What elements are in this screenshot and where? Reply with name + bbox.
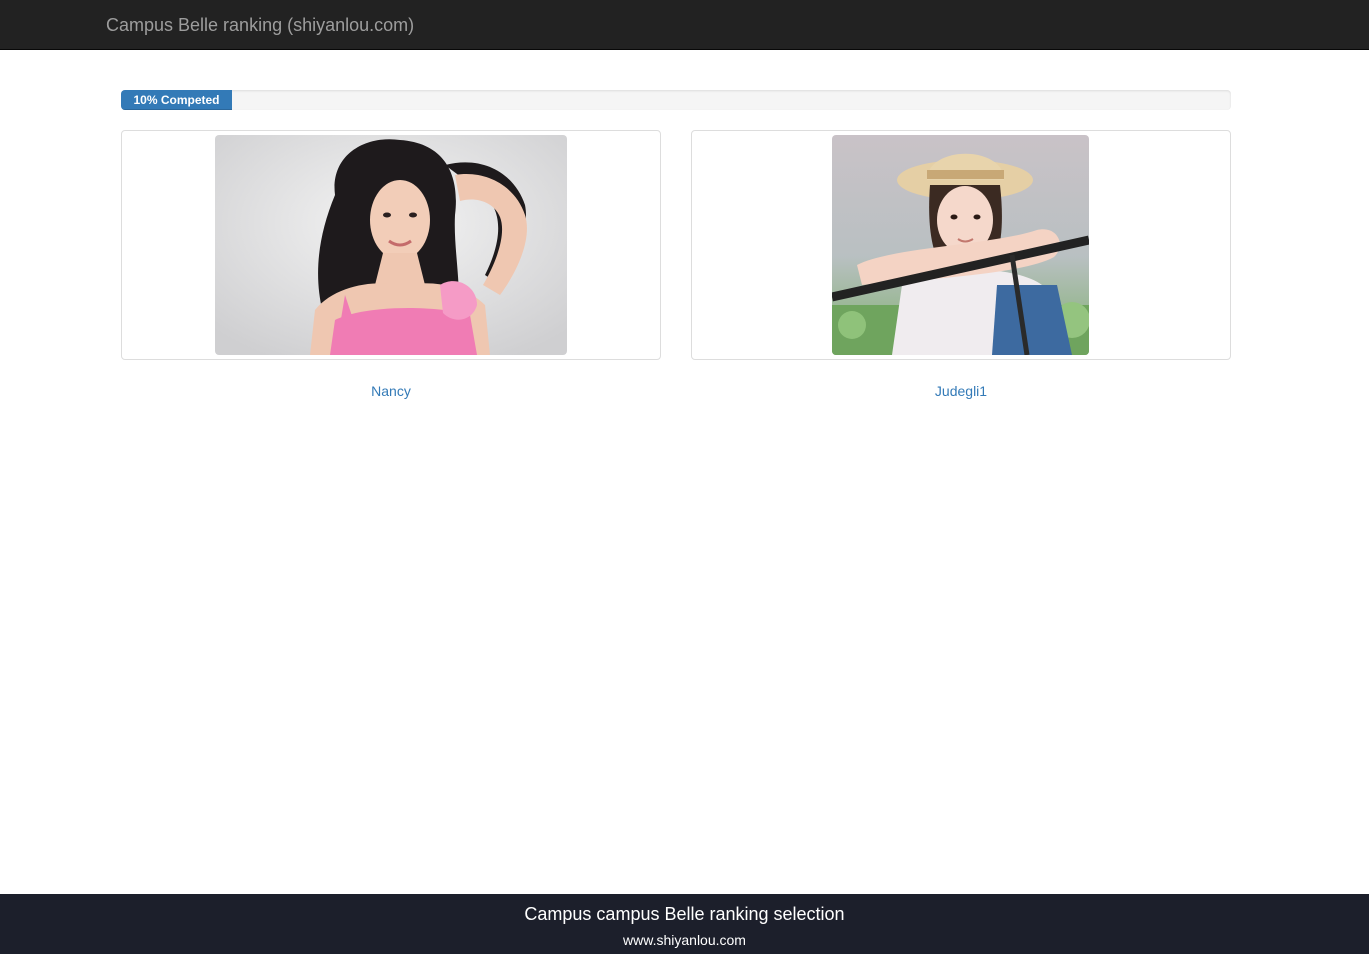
footer-title: Campus campus Belle ranking selection xyxy=(524,904,845,924)
candidate-photo-nancy[interactable] xyxy=(215,135,567,355)
candidate-photo-judegli1[interactable] xyxy=(832,135,1089,355)
progress-label: 10% Competed xyxy=(133,93,220,107)
candidate-name-link[interactable]: Judegli1 xyxy=(691,382,1231,400)
progress-bar-fill: 10% Competed xyxy=(121,90,232,110)
footer: Campus campus Belle ranking selection ww… xyxy=(0,894,1369,954)
candidate-card-nancy[interactable] xyxy=(121,130,661,360)
navbar-brand[interactable]: Campus Belle ranking (shiyanlou.com) xyxy=(106,14,414,36)
candidate-card-judegli1[interactable] xyxy=(691,130,1231,360)
candidate-name-link[interactable]: Nancy xyxy=(121,382,661,400)
footer-url: www.shiyanlou.com xyxy=(623,932,746,948)
navbar: Campus Belle ranking (shiyanlou.com) xyxy=(0,0,1369,50)
progress-bar-track: 10% Competed xyxy=(121,90,1231,110)
